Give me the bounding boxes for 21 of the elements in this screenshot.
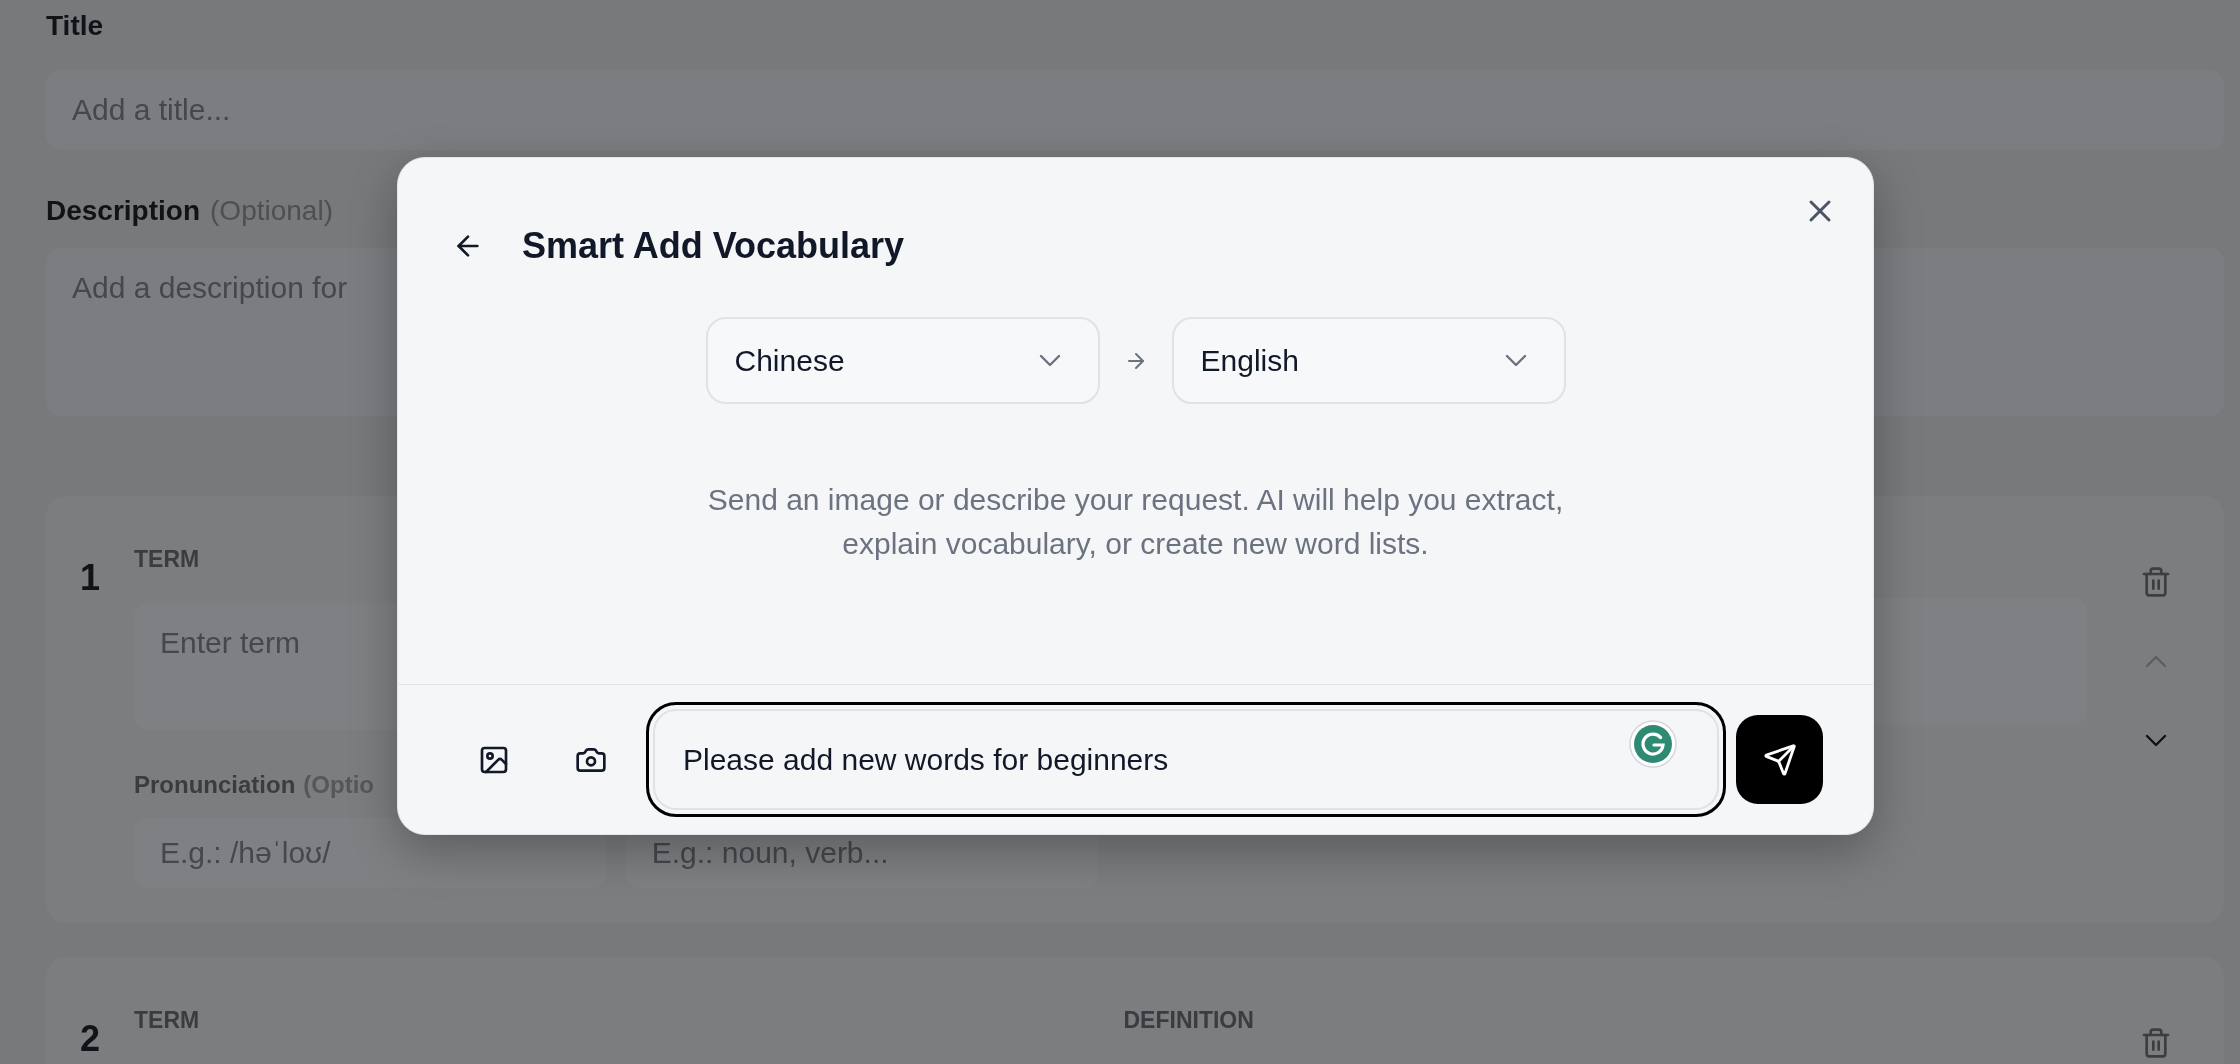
send-icon <box>1762 742 1797 777</box>
column-label: TERM <box>134 545 200 574</box>
card-number: 1 <box>80 558 102 598</box>
field-label: Title <box>46 9 104 43</box>
send-button[interactable] <box>1736 715 1823 804</box>
column-label: TERM <box>134 1006 200 1035</box>
chevron-down-icon <box>1037 353 1062 368</box>
trash-icon <box>2140 566 2172 598</box>
language-select[interactable]: English <box>1171 317 1566 404</box>
field-label: Pronunciation <box>134 770 296 800</box>
message-input-field[interactable]: Please add new words for beginners <box>646 702 1726 817</box>
logo-badge-icon <box>1629 720 1677 768</box>
chevron-down-icon <box>1503 353 1528 368</box>
chevron-down-icon <box>2144 732 2168 748</box>
column-label: DEFINITION <box>1123 1006 1254 1035</box>
card-number: 2 <box>80 1019 102 1059</box>
chevron-up-icon <box>2144 653 2168 669</box>
language-select[interactable]: Chinese <box>705 317 1100 404</box>
field-label: Description <box>46 194 201 228</box>
intro-text: Send an image or describe your request. AI will help you extract, explain vocabulary, or create new word lists. <box>706 482 1565 562</box>
trash-icon <box>2140 1026 2172 1059</box>
